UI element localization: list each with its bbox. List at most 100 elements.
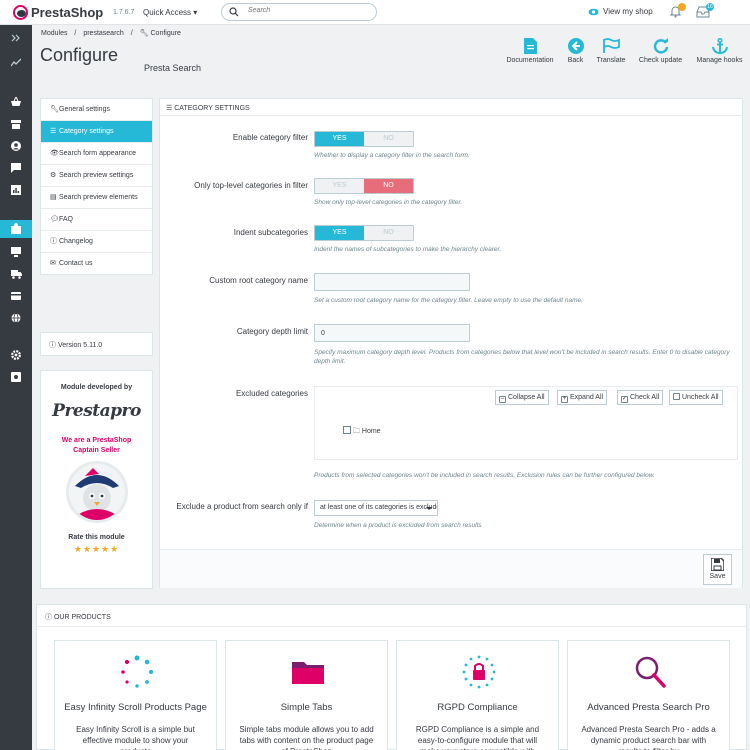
category-depth-input[interactable]: 0: [314, 324, 470, 342]
translate-button[interactable]: Translate: [592, 38, 630, 64]
file-icon: ▤: [50, 194, 57, 201]
wrench-icon: 🔧︎: [50, 106, 59, 113]
tree-node-home[interactable]: 🗀︎ Home: [343, 426, 381, 438]
custom-root-name-label: Custom root category name: [209, 276, 308, 285]
module-version: ⓘ Version 5.11.0: [40, 332, 153, 356]
search-input[interactable]: [248, 7, 368, 14]
nav-faq[interactable]: 💬︎FAQ: [41, 209, 152, 231]
anchor-icon: [711, 38, 728, 54]
refresh-icon: [653, 38, 668, 54]
switch-no[interactable]: NO: [364, 179, 413, 193]
uncheck-all-button[interactable]: Uncheck All: [669, 390, 723, 405]
catalog-store-icon[interactable]: [8, 116, 24, 132]
info-icon: ⓘ: [49, 342, 58, 349]
nav-search-form-appearance[interactable]: 👁︎Search form appearance: [41, 143, 152, 165]
top-bar: PrestaShop 1.7.6.7 Quick Access ▾ View m…: [0, 0, 750, 25]
panel-heading: ☰ CATEGORY SETTINGS: [160, 99, 742, 116]
enable-category-filter-switch[interactable]: YES NO: [314, 131, 414, 147]
flag-icon: [602, 38, 620, 53]
category-depth-label: Category depth limit: [236, 327, 308, 336]
rating-stars[interactable]: ★★★★★: [41, 544, 152, 555]
main-sidebar: [0, 25, 32, 750]
nav-changelog[interactable]: ⓘ Changelog: [41, 231, 152, 253]
switch-no[interactable]: NO: [364, 132, 413, 146]
design-monitor-icon[interactable]: [8, 244, 24, 260]
orders-notification-button[interactable]: [669, 3, 686, 20]
shipping-truck-icon[interactable]: [8, 266, 24, 282]
orders-basket-icon[interactable]: [8, 94, 24, 110]
expand-all-button[interactable]: + Expand All: [557, 390, 608, 405]
product-card[interactable]: RGPD Compliance RGPD Compliance is a sim…: [396, 640, 559, 750]
products-heading: ⓘ OUR PRODUCTS: [37, 605, 746, 627]
exclude-rule-select[interactable]: at least one of its categories is exclud…: [314, 500, 438, 516]
exclude-rule-row: Exclude a product from search only if at…: [160, 500, 744, 529]
product-title: Simple Tabs: [280, 702, 333, 713]
product-title: Advanced Presta Search Pro: [587, 702, 710, 713]
check-update-button[interactable]: Check update: [635, 38, 686, 64]
modules-puzzle-icon[interactable]: [0, 220, 32, 238]
nav-search-preview-elements[interactable]: ▤ Search preview elements: [41, 187, 152, 209]
product-card[interactable]: Simple Tabs Simple tabs module allows yo…: [225, 640, 388, 750]
notifications-button[interactable]: 16: [696, 3, 714, 20]
indent-subcategories-switch[interactable]: YES NO: [314, 225, 414, 241]
product-card[interactable]: Advanced Presta Search Pro Advanced Pres…: [567, 640, 730, 750]
check-all-button[interactable]: ✓ Check All: [617, 390, 664, 405]
help-text: Show only top-level categories in the ca…: [314, 199, 463, 206]
nav-contact-us[interactable]: ✉︎ Contact us: [41, 253, 152, 274]
top-level-only-label: Only top-level categories in filter: [194, 181, 308, 190]
empty-square-icon: [673, 393, 680, 400]
customers-user-icon[interactable]: [8, 138, 24, 154]
switch-yes[interactable]: YES: [315, 179, 364, 193]
nav-general-settings[interactable]: 🔧︎General settings: [41, 99, 152, 121]
category-tree: – Collapse All + Expand All ✓ Check All Unc…: [314, 386, 738, 460]
international-globe-icon[interactable]: [8, 310, 24, 326]
captain-mascot-image: [65, 461, 128, 523]
brand-name[interactable]: PrestaShop: [31, 5, 103, 20]
nav-category-settings[interactable]: ☰ Category settings: [41, 121, 152, 143]
customer-service-chat-icon[interactable]: [8, 160, 24, 176]
switch-yes[interactable]: YES: [315, 226, 364, 240]
nav-search-preview-settings[interactable]: ⚙︎ Search preview settings: [41, 165, 152, 187]
switch-yes[interactable]: YES: [315, 132, 364, 146]
magnifier-icon: [635, 656, 666, 688]
page-subtitle: Presta Search: [144, 63, 202, 73]
breadcrumb-modules[interactable]: Modules: [41, 30, 67, 37]
quick-access-dropdown[interactable]: Quick Access ▾: [143, 8, 197, 17]
help-text: Specify maximum category depth level. Pr…: [314, 349, 730, 365]
breadcrumb-prestasearch[interactable]: prestasearch: [83, 30, 123, 37]
search-box[interactable]: [221, 3, 377, 21]
eye-icon: [588, 8, 599, 16]
payment-card-icon[interactable]: [8, 288, 24, 304]
search-icon: [229, 7, 239, 17]
product-card[interactable]: Easy Infinity Scroll Products Page Easy …: [54, 640, 217, 750]
minus-square-icon: –: [499, 396, 506, 403]
breadcrumb: Modules / prestasearch / 🔧︎ Configure: [41, 30, 181, 37]
collapse-menu-icon[interactable]: [8, 30, 24, 46]
rate-module-link[interactable]: Rate this module: [41, 534, 152, 541]
excluded-categories-label: Excluded categories: [235, 389, 308, 398]
save-button[interactable]: Save: [703, 554, 732, 585]
collapse-all-button[interactable]: – Collapse All: [495, 390, 549, 405]
info-icon: ⓘ: [50, 238, 57, 245]
help-text: Whether to display a category filter in …: [314, 152, 470, 159]
breadcrumb-configure: Configure: [150, 30, 181, 37]
help-text: Products from selected categories won't …: [314, 472, 655, 479]
documentation-button[interactable]: Documentation: [502, 38, 558, 64]
advanced-parameters-icon[interactable]: [8, 369, 24, 385]
enable-category-filter-label: Enable category filter: [232, 133, 308, 142]
stats-chart-icon[interactable]: [8, 182, 24, 198]
view-shop-link[interactable]: View my shop: [588, 7, 653, 16]
custom-root-name-input[interactable]: [314, 273, 470, 291]
cogs-icon: ⚙︎: [50, 172, 57, 179]
top-level-only-switch[interactable]: YES NO: [314, 178, 414, 194]
manage-hooks-button[interactable]: Manage hooks: [692, 38, 747, 64]
switch-no[interactable]: NO: [364, 226, 413, 240]
back-button[interactable]: Back: [563, 38, 588, 64]
orders-badge: [678, 3, 686, 11]
dashboard-icon[interactable]: [8, 55, 24, 71]
shop-parameters-gear-icon[interactable]: [8, 347, 24, 363]
prestashop-logo-icon[interactable]: [13, 5, 28, 20]
notifications-badge: 16: [706, 3, 714, 11]
tree-checkbox[interactable]: [343, 426, 351, 434]
prestapro-logo[interactable]: Prestapro: [41, 401, 152, 421]
